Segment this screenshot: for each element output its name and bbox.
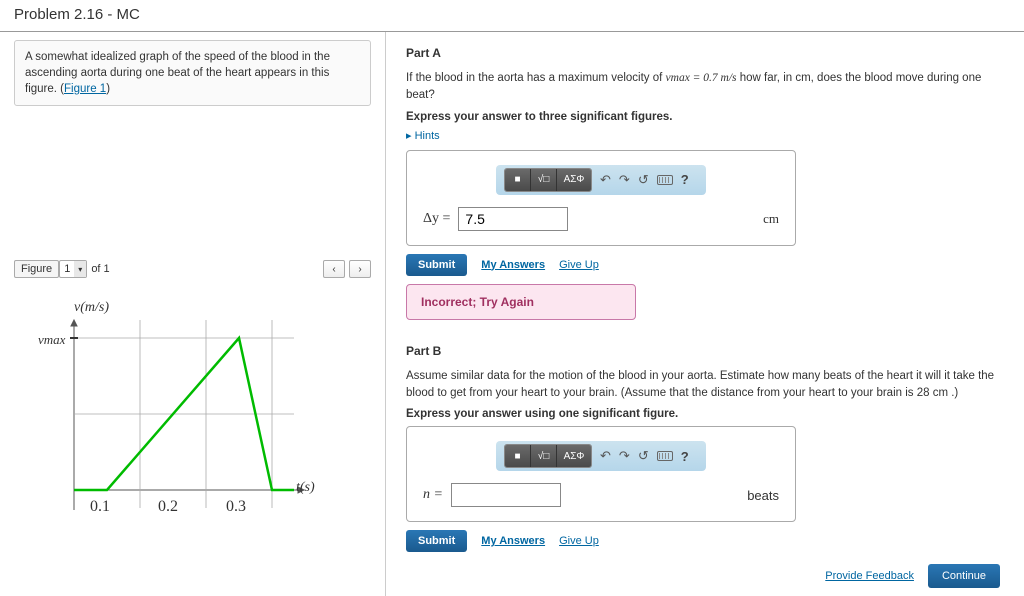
tool-greek-icon[interactable]: ΑΣΦ: [557, 169, 591, 191]
x-tick: 0.1: [90, 498, 110, 516]
right-panel: Part A If the blood in the aorta has a m…: [385, 32, 1024, 596]
left-panel: A somewhat idealized graph of the speed …: [0, 32, 385, 596]
tool-radical-icon[interactable]: √□: [531, 169, 557, 191]
give-up-link[interactable]: Give Up: [559, 259, 599, 271]
my-answers-link[interactable]: My Answers: [481, 259, 545, 271]
tool-template-icon[interactable]: ■: [505, 169, 531, 191]
spinner-value: 1: [60, 263, 74, 275]
chart-svg: [54, 310, 314, 530]
keyboard-icon[interactable]: [657, 175, 673, 185]
eq-label-deltay: Δy =: [423, 211, 450, 227]
figure-spinner[interactable]: 1 ▾: [59, 260, 87, 278]
provide-feedback-link[interactable]: Provide Feedback: [825, 570, 914, 582]
part-b-question: Assume similar data for the motion of th…: [406, 368, 1010, 403]
spinner-up-down-icon[interactable]: ▾: [74, 261, 86, 277]
x-ticks: 0.1 0.2 0.3: [90, 498, 246, 516]
x-tick: 0.2: [158, 498, 178, 516]
part-b-answer-input[interactable]: [451, 483, 561, 507]
part-a-answer-input[interactable]: [458, 207, 568, 231]
keyboard-icon[interactable]: [657, 451, 673, 461]
problem-title: Problem 2.16 - MC: [14, 6, 1010, 23]
x-axis-label: t(s): [296, 480, 315, 496]
tool-radical-icon[interactable]: √□: [531, 445, 557, 467]
redo-icon[interactable]: ↷: [619, 172, 630, 188]
part-a-unit: cm: [763, 211, 779, 227]
part-a-submit-button[interactable]: Submit: [406, 254, 467, 276]
eq-label-n: n =: [423, 487, 443, 503]
undo-icon[interactable]: ↶: [600, 172, 611, 188]
give-up-link-b[interactable]: Give Up: [559, 535, 599, 547]
figure-count: of 1: [91, 263, 109, 275]
tool-greek-icon[interactable]: ΑΣΦ: [557, 445, 591, 467]
hints-toggle[interactable]: Hints: [406, 129, 1010, 142]
part-b-unit: beats: [747, 488, 779, 503]
part-b-instruction: Express your answer using one significan…: [406, 408, 1010, 420]
tool-template-icon[interactable]: ■: [505, 445, 531, 467]
redo-icon[interactable]: ↷: [619, 448, 630, 464]
equation-toolbar: ■ √□ ΑΣΦ ↶ ↷ ↺ ?: [496, 165, 706, 195]
figure-tab-label: Figure: [14, 260, 59, 278]
part-b-answer-box: ■ √□ ΑΣΦ ↶ ↷ ↺ ? n = beats: [406, 426, 796, 522]
undo-icon[interactable]: ↶: [600, 448, 611, 464]
desc-text-post: ): [106, 83, 110, 95]
part-a-answer-box: ■ √□ ΑΣΦ ↶ ↷ ↺ ? Δy = cm: [406, 150, 796, 246]
figure-next-button[interactable]: ›: [349, 260, 371, 278]
my-answers-link-b[interactable]: My Answers: [481, 535, 545, 547]
reset-icon[interactable]: ↺: [638, 448, 649, 464]
figure-header: Figure 1 ▾ of 1 ‹ ›: [14, 260, 371, 278]
part-b-submit-button[interactable]: Submit: [406, 530, 467, 552]
x-tick: 0.3: [226, 498, 246, 516]
figure-prev-button[interactable]: ‹: [323, 260, 345, 278]
reset-icon[interactable]: ↺: [638, 172, 649, 188]
help-icon[interactable]: ?: [681, 172, 689, 187]
problem-description: A somewhat idealized graph of the speed …: [14, 40, 371, 106]
figure-canvas: v(m/s) vmax t(s) 0.1 0.2 0.3: [14, 290, 354, 550]
figure-link[interactable]: Figure 1: [64, 83, 106, 95]
feedback-message: Incorrect; Try Again: [406, 284, 636, 320]
part-a-header: Part A: [406, 46, 1010, 60]
continue-button[interactable]: Continue: [928, 564, 1000, 588]
equation-toolbar-b: ■ √□ ΑΣΦ ↶ ↷ ↺ ?: [496, 441, 706, 471]
part-a-instruction: Express your answer to three significant…: [406, 111, 1010, 123]
part-a-question: If the blood in the aorta has a maximum …: [406, 70, 1010, 105]
help-icon[interactable]: ?: [681, 449, 689, 464]
part-b-header: Part B: [406, 344, 1010, 358]
